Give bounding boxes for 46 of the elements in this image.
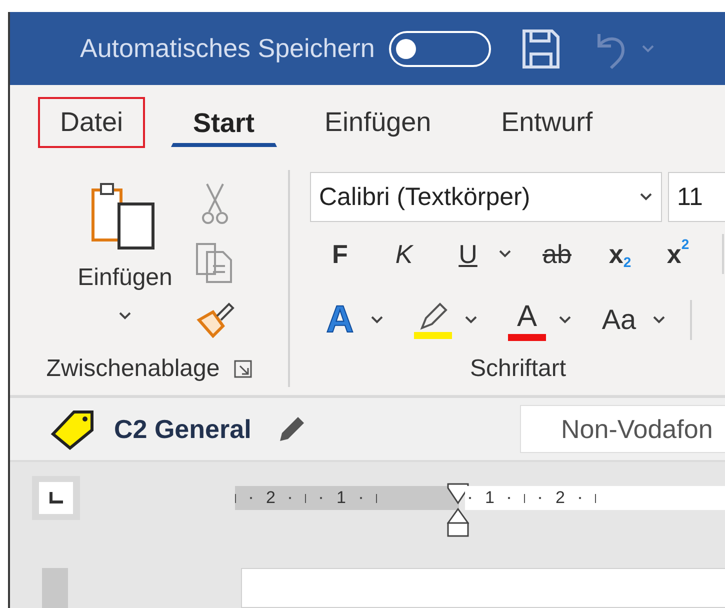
tab-selector[interactable] [32,476,80,520]
ribbon-tab[interactable]: Entwurf [479,97,615,148]
ribbon-tab[interactable]: Einfügen [302,97,454,148]
paintbrush-icon[interactable] [195,300,235,338]
paste-label[interactable]: Einfügen [78,264,172,292]
subscript-button[interactable]: x$_{2}$ [600,238,640,270]
highlight-button[interactable] [412,302,454,338]
chevron-down-icon[interactable] [118,311,132,321]
chevron-down-icon[interactable] [370,315,384,325]
ribbon-tab[interactable]: Start [171,98,277,147]
copy-icon[interactable] [195,242,235,284]
ribbon-tab[interactable]: Datei [38,97,146,148]
autosave-toggle[interactable] [388,30,491,66]
scissors-icon[interactable] [201,182,229,226]
ruler-number: 1 [336,488,346,508]
group-label: Zwischenablage [46,355,220,383]
horizontal-ruler[interactable]: 1 2 [465,486,725,510]
bold-button[interactable]: F [320,238,360,270]
ruler-margin[interactable]: 2 1 [235,486,459,510]
save-icon[interactable] [520,28,561,70]
tag-icon [50,408,96,450]
font-color-button[interactable]: A [506,300,548,340]
chevron-down-icon[interactable] [498,249,512,259]
tab-stop-icon [49,492,63,504]
ruler-number: 2 [555,488,565,508]
ruler-number: 1 [485,488,494,508]
chevron-down-icon[interactable] [558,315,572,325]
font-name-field[interactable]: Calibri (Textkörper) [310,172,662,222]
sensitivity-label: C2 General [114,414,252,444]
dialog-launcher-icon[interactable] [234,360,252,378]
chevron-down-icon[interactable] [639,192,653,202]
text-effects-button[interactable]: A [320,298,360,342]
ruler-number: 2 [266,488,276,508]
chevron-down-icon[interactable] [652,315,666,325]
indent-marker-icon[interactable] [447,483,469,537]
vertical-ruler [42,568,68,608]
italic-button[interactable]: K [384,238,424,270]
autosave-label: Automatisches Speichern [80,33,375,64]
label-field[interactable]: Non-Vodafon [520,405,725,453]
group-label: Schriftart [470,355,566,383]
superscript-button[interactable]: x$^{2}$ [658,238,698,270]
chevron-down-icon[interactable] [464,315,478,325]
underline-button[interactable]: U [448,238,488,270]
change-case-button[interactable]: Aa [596,304,642,336]
font-size-field[interactable]: 11 [668,172,725,222]
strikethrough-button[interactable]: ab [532,238,582,270]
